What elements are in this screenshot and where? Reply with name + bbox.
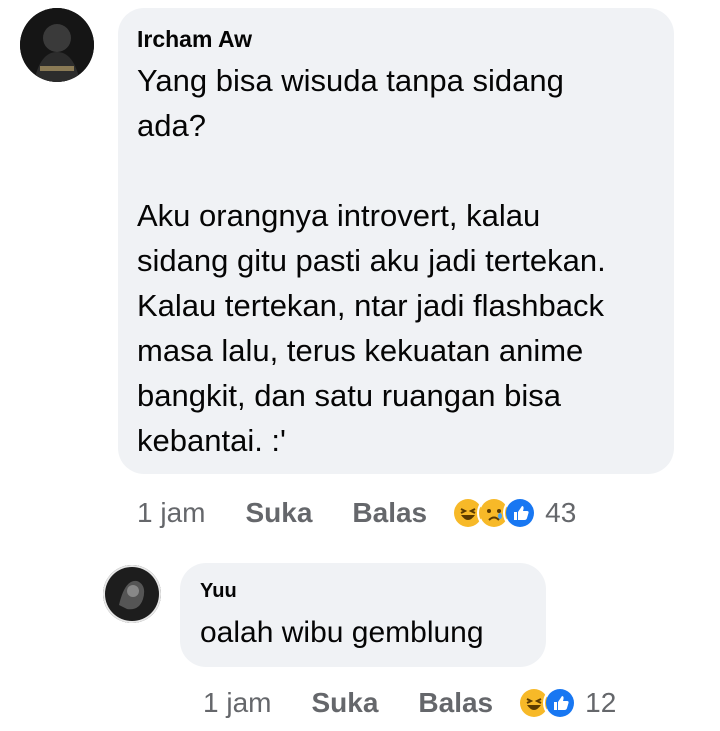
comment-text: Yang bisa wisuda tanpa sidang ada? Aku o… [137,63,606,458]
reply-author[interactable]: Yuu [200,580,237,603]
reactions-summary[interactable] [451,496,538,530]
profile-picture [20,8,94,82]
reaction-count[interactable]: 12 [585,687,616,719]
avatar[interactable] [20,8,94,82]
reply-button[interactable]: Balas [352,497,427,529]
reaction-count[interactable]: 43 [545,497,576,529]
comment-author[interactable]: Ircham Aw [137,26,252,53]
comment-actions: 1 jam Suka Balas 43 [137,496,576,530]
comment-time[interactable]: 1 jam [137,497,205,529]
reply-button[interactable]: Balas [418,687,493,719]
reply-time[interactable]: 1 jam [203,687,271,719]
avatar[interactable] [103,565,161,623]
like-icon [503,496,538,530]
profile-picture [103,565,161,623]
reply-text: oalah wibu gemblung [200,616,484,649]
reactions-summary[interactable] [517,686,578,720]
reply-actions: 1 jam Suka Balas 12 [203,686,616,720]
like-button[interactable]: Suka [245,497,312,529]
like-icon [543,686,578,720]
like-button[interactable]: Suka [311,687,378,719]
